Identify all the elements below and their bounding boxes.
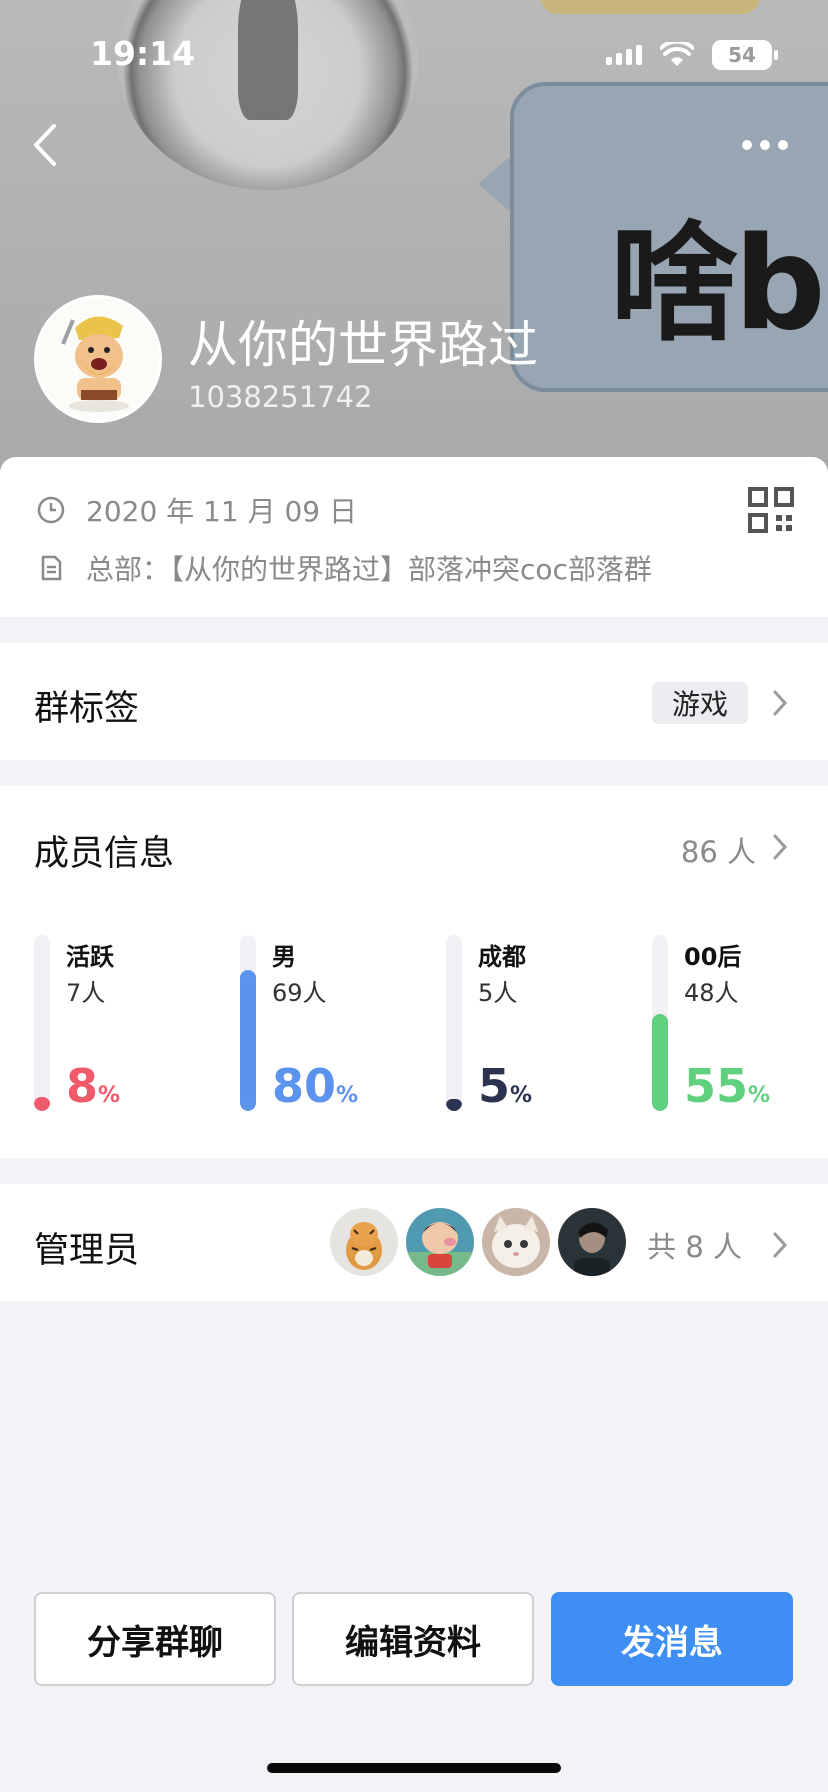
member-count[interactable]: 86 人 (681, 829, 756, 871)
stat-title: 活跃 (66, 943, 114, 971)
barbarian-avatar-illustration (37, 298, 159, 420)
created-date: 2020 年 11 月 09 日 (86, 495, 358, 528)
stat-percent: 55% (684, 1063, 770, 1109)
chevron-right-icon (773, 690, 788, 716)
clock-icon (37, 496, 65, 524)
created-date-row: 2020 年 11 月 09 日 (36, 490, 357, 530)
cellular-signal-icon (606, 45, 642, 65)
admin-avatar[interactable] (558, 1208, 626, 1276)
stat-percent-unit: % (98, 1083, 121, 1108)
stat-bar-track (652, 935, 668, 1111)
home-indicator (267, 1763, 561, 1773)
stat-bar-fill (652, 1014, 668, 1111)
wifi-icon (660, 42, 694, 66)
more-button[interactable] (742, 140, 788, 150)
stat-bar-track (240, 935, 256, 1111)
group-id: 1038251742 (188, 380, 373, 414)
qr-code-button[interactable] (748, 487, 794, 533)
stat-post-00s[interactable]: 00后 48人 55% (652, 935, 828, 1115)
more-dot (760, 140, 770, 150)
cover-yellow-shape (540, 0, 760, 14)
group-tag-label: 群标签 (34, 689, 140, 729)
stat-percent-unit: % (510, 1083, 533, 1108)
chevron-right-icon (773, 834, 788, 860)
group-info-card (0, 457, 828, 617)
admin-avatar[interactable] (406, 1208, 474, 1276)
stat-percent-value: 80 (272, 1059, 337, 1113)
group-avatar[interactable] (34, 295, 162, 423)
stat-bar-fill (446, 1099, 462, 1111)
headquarters-row: 总部：【从你的世界路过】部落冲突coc部落群 (36, 548, 652, 588)
cover-ink-drawing (118, 0, 418, 190)
stat-percent: 8% (66, 1063, 120, 1109)
battery-icon: 54 (712, 40, 778, 70)
member-info-label: 成员信息 (34, 834, 175, 874)
status-icons: 54 (606, 40, 778, 70)
chevron-left-icon (34, 124, 56, 166)
edit-profile-button[interactable]: 编辑资料 (292, 1592, 534, 1686)
stat-chengdu[interactable]: 成都 5人 5% (446, 935, 636, 1115)
more-dot (742, 140, 752, 150)
stat-count: 5人 (478, 979, 518, 1007)
document-icon (41, 555, 62, 581)
share-group-button[interactable]: 分享群聊 (34, 1592, 276, 1686)
admin-avatar[interactable] (330, 1208, 398, 1276)
stat-count: 7人 (66, 979, 106, 1007)
status-time: 19:14 (90, 34, 196, 73)
headquarters-text: 总部：【从你的世界路过】部落冲突coc部落群 (86, 553, 652, 586)
cat-avatar-image (482, 1208, 550, 1276)
admin-count: 共 8 人 (647, 1230, 742, 1264)
stat-percent-value: 5 (478, 1059, 511, 1113)
stat-count: 48人 (684, 979, 739, 1007)
qr-code-icon (748, 487, 794, 533)
stat-title: 00后 (684, 943, 742, 971)
cover-bubble-text: 啥b (610, 210, 826, 359)
stat-title: 男 (272, 943, 296, 971)
person-avatar-image (558, 1208, 626, 1276)
chevron-right-icon (773, 1232, 788, 1258)
more-dot (778, 140, 788, 150)
stat-percent-unit: % (748, 1083, 771, 1108)
stat-bar-track (446, 935, 462, 1111)
stat-title: 成都 (478, 943, 526, 971)
stat-bar-fill (34, 1097, 50, 1111)
admin-avatar[interactable] (482, 1208, 550, 1276)
admin-label: 管理员 (34, 1231, 140, 1271)
stat-percent: 80% (272, 1063, 358, 1109)
cartoon-boy-avatar-image (406, 1208, 474, 1276)
stat-bar-track (34, 935, 50, 1111)
stat-male[interactable]: 男 69人 80% (240, 935, 430, 1115)
stat-percent-unit: % (336, 1083, 359, 1108)
stat-percent: 5% (478, 1063, 532, 1109)
send-message-button[interactable]: 发消息 (551, 1592, 793, 1686)
admin-avatars (330, 1208, 626, 1276)
stat-active[interactable]: 活跃 7人 8% (34, 935, 224, 1115)
group-tag-pill: 游戏 (651, 682, 748, 724)
stat-bar-fill (240, 970, 256, 1111)
stat-percent-value: 55 (684, 1059, 749, 1113)
stat-percent-value: 8 (66, 1059, 99, 1113)
stat-count: 69人 (272, 979, 327, 1007)
group-name: 从你的世界路过 (188, 316, 538, 374)
tiger-avatar-image (330, 1208, 398, 1276)
back-button[interactable] (30, 122, 70, 172)
